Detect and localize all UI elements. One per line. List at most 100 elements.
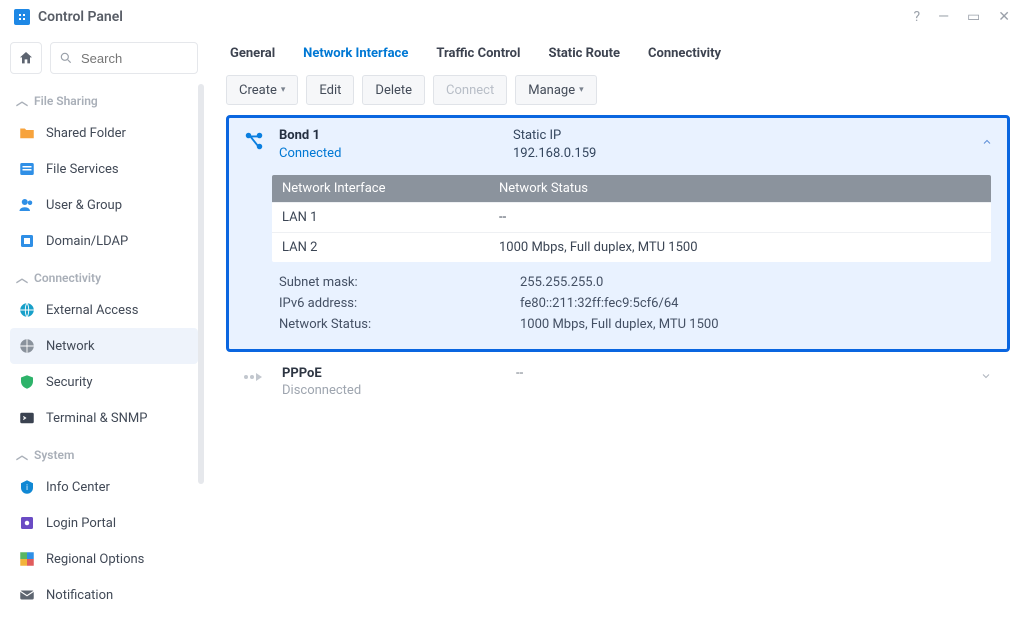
bond-status: Connected <box>279 146 513 161</box>
sidebar-item-label: Security <box>46 375 93 390</box>
home-icon <box>18 50 34 66</box>
pppoe-row[interactable]: PPPoE Disconnected -- <box>226 352 1010 412</box>
section-label: File Sharing <box>34 94 98 108</box>
edit-button[interactable]: Edit <box>306 75 354 105</box>
expand-button[interactable] <box>980 370 992 382</box>
table-row[interactable]: LAN 1 -- <box>272 202 991 232</box>
close-button[interactable]: ✕ <box>998 9 1010 25</box>
sidebar-item-user-group[interactable]: User & Group <box>10 187 198 223</box>
tab-static-route[interactable]: Static Route <box>548 40 620 71</box>
sidebar-item-file-services[interactable]: File Services <box>10 151 198 187</box>
sidebar-item-label: Notification <box>46 588 113 603</box>
globe-icon <box>18 301 36 319</box>
titlebar: Control Panel ? — ▭ ✕ <box>0 0 1024 34</box>
sidebar-item-label: File Services <box>46 162 119 177</box>
sidebar-item-label: Login Portal <box>46 516 116 531</box>
bond-ip: 192.168.0.159 <box>513 146 596 161</box>
terminal-icon <box>18 409 36 427</box>
collapse-button[interactable] <box>981 136 993 148</box>
svg-text:i: i <box>26 483 28 492</box>
domain-icon <box>18 232 36 250</box>
pppoe-name: PPPoE <box>282 366 516 381</box>
sidebar-item-terminal-snmp[interactable]: Terminal & SNMP <box>10 400 198 436</box>
col-header-interface: Network Interface <box>282 181 499 196</box>
bond-card[interactable]: Bond 1 Connected Static IP 192.168.0.159… <box>226 115 1010 352</box>
sidebar-item-label: Terminal & SNMP <box>46 411 147 426</box>
caret-down-icon: ▾ <box>281 85 286 95</box>
toolbar: Create▾ Edit Delete Connect Manage▾ <box>226 75 1010 105</box>
home-button[interactable] <box>10 42 42 74</box>
sidebar-item-label: Network <box>46 339 95 354</box>
sidebar-item-login-portal[interactable]: Login Portal <box>10 505 198 541</box>
help-button[interactable]: ? <box>913 9 920 25</box>
tab-network-interface[interactable]: Network Interface <box>303 40 408 71</box>
tab-traffic-control[interactable]: Traffic Control <box>436 40 520 71</box>
section-label: Connectivity <box>34 271 101 285</box>
sidebar: ︿ File Sharing Shared Folder File Servic… <box>0 34 206 630</box>
bond-icon <box>243 130 265 152</box>
shield-icon <box>18 373 36 391</box>
detail-value: 1000 Mbps, Full duplex, MTU 1500 <box>520 317 719 332</box>
sidebar-item-label: Shared Folder <box>46 126 126 141</box>
col-header-status: Network Status <box>499 181 588 196</box>
bond-ip-type: Static IP <box>513 128 596 143</box>
sidebar-item-notification[interactable]: Notification <box>10 577 198 613</box>
regional-icon <box>18 550 36 568</box>
sidebar-item-domain-ldap[interactable]: Domain/LDAP <box>10 223 198 259</box>
minimize-button[interactable]: — <box>938 9 949 25</box>
connect-button: Connect <box>433 75 507 105</box>
sidebar-item-info-center[interactable]: i Info Center <box>10 469 198 505</box>
network-icon <box>18 337 36 355</box>
section-label: System <box>34 448 74 462</box>
app-icon <box>14 9 30 25</box>
users-icon <box>18 196 36 214</box>
manage-button[interactable]: Manage▾ <box>515 75 596 105</box>
detail-value: 255.255.255.0 <box>520 275 603 290</box>
bond-details: Subnet mask:255.255.255.0 IPv6 address:f… <box>279 272 991 335</box>
sidebar-item-label: Info Center <box>46 480 110 495</box>
cell-status: 1000 Mbps, Full duplex, MTU 1500 <box>499 240 698 255</box>
sidebar-item-shared-folder[interactable]: Shared Folder <box>10 115 198 151</box>
detail-label: Network Status: <box>279 317 520 332</box>
detail-label: Subnet mask: <box>279 275 520 290</box>
pppoe-value: -- <box>516 366 523 381</box>
chevron-up-icon: ︿ <box>16 446 28 463</box>
create-button[interactable]: Create▾ <box>226 75 298 105</box>
sidebar-scrollbar[interactable] <box>198 84 204 484</box>
interface-table: Network Interface Network Status LAN 1 -… <box>272 175 991 262</box>
search-input[interactable] <box>79 50 189 67</box>
tab-general[interactable]: General <box>230 40 275 71</box>
tab-connectivity[interactable]: Connectivity <box>648 40 721 71</box>
detail-value: fe80::211:32ff:fec9:5cf6/64 <box>520 296 678 311</box>
search-icon <box>59 51 73 65</box>
section-connectivity[interactable]: ︿ Connectivity <box>10 259 198 292</box>
sidebar-item-security[interactable]: Security <box>10 364 198 400</box>
pppoe-icon <box>242 366 276 386</box>
chevron-up-icon: ︿ <box>16 92 28 109</box>
tabs: General Network Interface Traffic Contro… <box>226 34 1010 71</box>
delete-button[interactable]: Delete <box>362 75 425 105</box>
portal-icon <box>18 514 36 532</box>
table-row[interactable]: LAN 2 1000 Mbps, Full duplex, MTU 1500 <box>272 232 991 262</box>
section-system[interactable]: ︿ System <box>10 436 198 469</box>
chevron-up-icon: ︿ <box>16 269 28 286</box>
sidebar-item-regional-options[interactable]: Regional Options <box>10 541 198 577</box>
cell-status: -- <box>499 210 506 225</box>
sidebar-item-network[interactable]: Network <box>10 328 198 364</box>
sidebar-item-label: User & Group <box>46 198 122 213</box>
search-input-wrap[interactable] <box>50 42 198 74</box>
window-title: Control Panel <box>38 9 123 25</box>
info-icon: i <box>18 478 36 496</box>
services-icon <box>18 160 36 178</box>
sidebar-item-external-access[interactable]: External Access <box>10 292 198 328</box>
caret-down-icon: ▾ <box>579 85 584 95</box>
bond-name: Bond 1 <box>279 128 513 143</box>
notification-icon <box>18 586 36 604</box>
sidebar-item-label: Regional Options <box>46 552 144 567</box>
cell-interface: LAN 2 <box>282 240 499 255</box>
main-panel: General Network Interface Traffic Contro… <box>206 34 1024 630</box>
maximize-button[interactable]: ▭ <box>967 9 980 25</box>
sidebar-item-label: Domain/LDAP <box>46 234 128 249</box>
cell-interface: LAN 1 <box>282 210 499 225</box>
section-file-sharing[interactable]: ︿ File Sharing <box>10 82 198 115</box>
